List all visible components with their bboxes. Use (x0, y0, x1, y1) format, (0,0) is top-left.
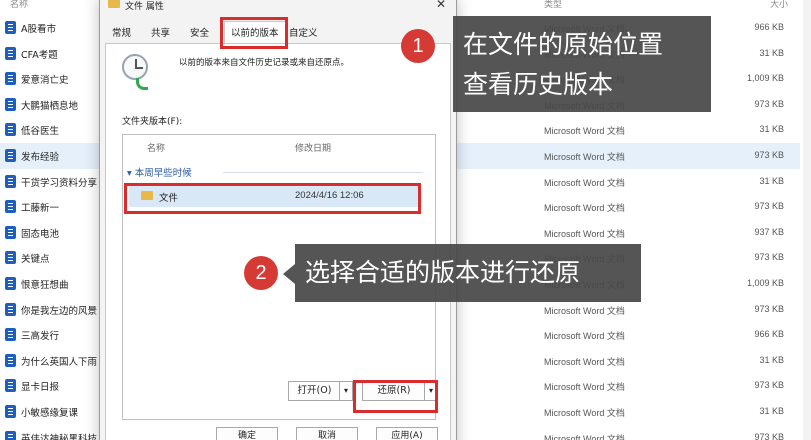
file-name: 发布经验 (21, 152, 60, 163)
file-size: 31 KB (759, 175, 784, 186)
file-size: 966 KB (754, 22, 784, 32)
highlight-previous-versions-tab (220, 17, 288, 49)
file-name: 恨意狂想曲 (21, 280, 69, 291)
file-type: Microsoft Word 文档 (544, 382, 625, 393)
word-doc-icon (5, 405, 16, 418)
column-header-type[interactable]: 类型 (544, 0, 562, 12)
file-size: 973 KB (754, 431, 784, 440)
file-size: 973 KB (754, 380, 784, 391)
file-type: Microsoft Word 文档 (544, 126, 625, 137)
file-size: 31 KB (759, 124, 784, 135)
group-divider (223, 172, 423, 173)
word-doc-icon (5, 200, 16, 214)
file-size: 937 KB (754, 226, 784, 237)
close-icon[interactable]: ✕ (436, 0, 446, 11)
word-doc-icon (5, 277, 16, 290)
file-name: CFA考题 (21, 49, 58, 61)
file-name: 三高发行 (21, 331, 60, 343)
word-doc-icon (5, 353, 16, 367)
callout-1-line-1: 在文件的原始位置 (463, 30, 664, 59)
word-doc-icon (5, 123, 16, 137)
word-doc-icon (5, 379, 16, 393)
column-header-name[interactable]: 名称 (10, 0, 28, 12)
properties-dialog: 文件 属性 ✕ 常规 共享 安全 以前的版本 自定义 以前的版本来自文件历史记录… (99, 0, 457, 440)
file-name: 爱意消亡史 (21, 75, 69, 87)
step-1-badge: 1 (401, 29, 435, 63)
word-doc-icon (5, 251, 16, 265)
step-2-badge: 2 (244, 256, 278, 290)
file-type: Microsoft Word 文档 (544, 177, 625, 188)
callout-1-line-2: 查看历史版本 (463, 70, 614, 99)
vertical-scrollbar[interactable] (803, 0, 811, 440)
apply-button[interactable]: 应用(A) (376, 427, 438, 440)
file-name: 大鹏猫栖息地 (21, 100, 79, 112)
file-size: 31 KB (759, 354, 784, 365)
word-doc-icon (5, 97, 16, 111)
file-name: 显卡日报 (21, 382, 60, 394)
panel-description: 以前的版本来自文件历史记录或来自还原点。 (179, 58, 350, 68)
word-doc-icon (5, 430, 16, 440)
file-type: Microsoft Word 文档 (544, 408, 625, 418)
chevron-down-icon[interactable]: ▾ (339, 382, 352, 400)
word-doc-icon (5, 174, 16, 188)
file-size: 973 KB (754, 201, 784, 212)
file-type: Microsoft Word 文档 (544, 433, 625, 440)
tab-customize[interactable]: 自定义 (289, 25, 318, 39)
file-size: 966 KB (754, 329, 784, 340)
file-name: 你是我左边的风景 (21, 305, 98, 317)
file-name: 小敏感缘复课 (21, 408, 79, 419)
open-button[interactable]: 打开(O) ▾ (288, 381, 353, 401)
file-name: 为什么英国人下雨 (21, 356, 98, 368)
tab-general[interactable]: 常规 (112, 25, 131, 39)
file-type: Microsoft Word 文档 (544, 305, 625, 316)
highlight-restore-button (353, 380, 438, 413)
file-name: 干货学习资料分享 (21, 177, 98, 189)
word-doc-icon (5, 225, 16, 239)
file-type: Microsoft Word 文档 (544, 203, 625, 214)
file-name: 固态电池 (21, 228, 60, 240)
open-button-label: 打开(O) (297, 385, 332, 396)
file-type: Microsoft Word 文档 (544, 228, 625, 239)
column-header-size[interactable]: 大小 (770, 0, 788, 12)
file-size: 973 KB (754, 303, 784, 314)
file-name: 低谷医生 (21, 126, 60, 138)
file-name: 工藤新一 (21, 203, 60, 215)
callout-step-1: 在文件的原始位置 查看历史版本 (453, 16, 711, 112)
word-doc-icon (5, 302, 16, 316)
file-size: 973 KB (754, 98, 784, 109)
file-size: 973 KB (754, 252, 784, 263)
dialog-title: 文件 属性 (125, 2, 164, 12)
file-size: 31 KB (759, 47, 784, 58)
word-doc-icon (5, 72, 16, 86)
group-earlier-this-week[interactable]: ▾ 本周早些时候 (127, 165, 192, 179)
file-name: A股看市 (21, 24, 56, 35)
list-header-name[interactable]: 名称 (147, 141, 165, 154)
list-header-date[interactable]: 修改日期 (295, 141, 331, 154)
file-size: 31 KB (759, 406, 784, 416)
callout-step-2: 选择合适的版本进行还原 (295, 244, 641, 302)
dialog-title-bar[interactable]: 文件 属性 ✕ (100, 0, 456, 15)
cancel-button[interactable]: 取消 (296, 427, 358, 440)
word-doc-icon (5, 328, 16, 342)
file-type: Microsoft Word 文档 (544, 331, 625, 342)
folder-icon (108, 0, 120, 8)
tab-sharing[interactable]: 共享 (151, 25, 170, 39)
file-name: 英伟达神秘黑科技 (21, 433, 98, 440)
callout-2-line-1: 选择合适的版本进行还原 (305, 258, 581, 287)
file-type: Microsoft Word 文档 (544, 152, 625, 162)
callout-2-pointer (283, 264, 295, 284)
file-size: 1,009 KB (746, 278, 784, 288)
tab-security[interactable]: 安全 (190, 25, 209, 39)
ok-button[interactable]: 确定 (216, 427, 278, 440)
word-doc-icon (5, 21, 16, 34)
file-size: 1,009 KB (746, 73, 784, 84)
folder-versions-label: 文件夹版本(F): (122, 117, 183, 127)
word-doc-icon (5, 46, 16, 60)
file-type: Microsoft Word 文档 (544, 356, 625, 367)
word-doc-icon (5, 149, 16, 162)
highlight-version-row (124, 183, 421, 214)
file-size: 973 KB (754, 150, 784, 160)
file-history-icon (122, 54, 148, 90)
file-name: 关键点 (21, 254, 50, 266)
